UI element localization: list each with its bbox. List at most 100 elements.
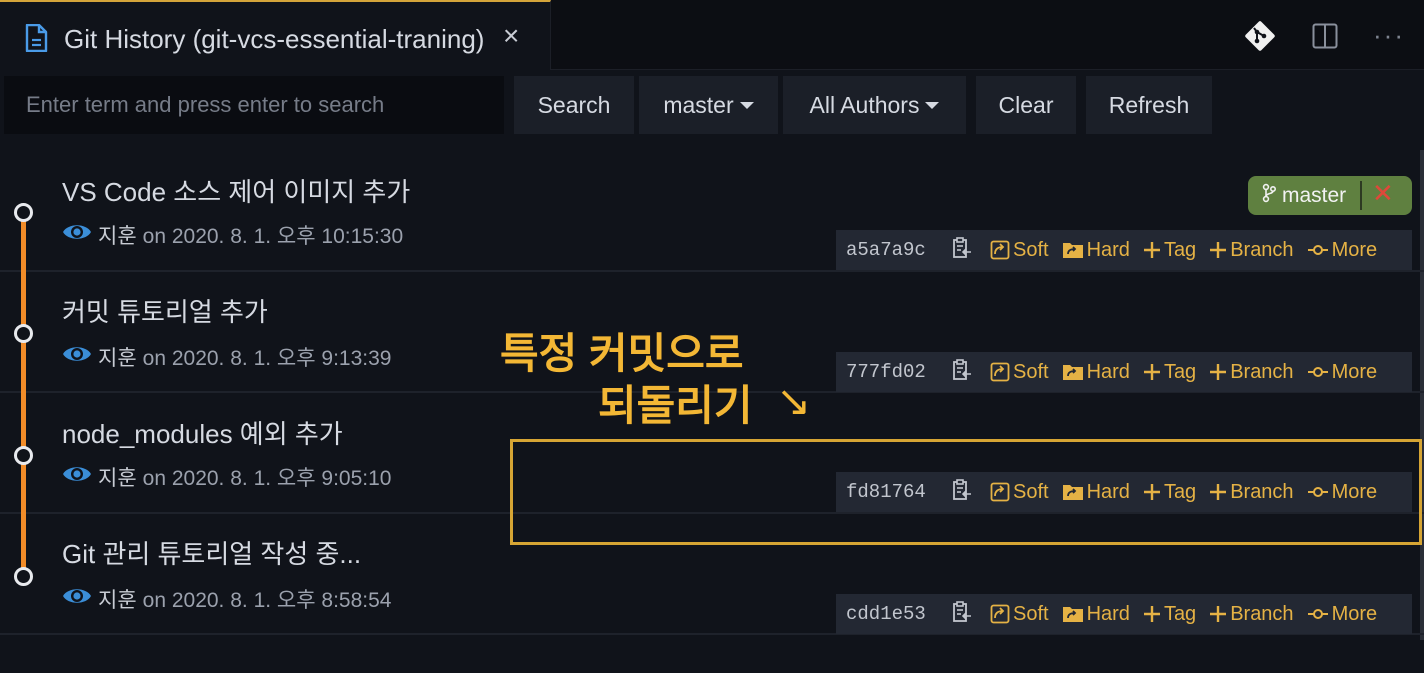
branch-label: Branch xyxy=(1230,360,1294,383)
commit-date: on 2020. 8. 1. 오후 8:58:54 xyxy=(142,589,392,612)
branch-button[interactable]: Branch xyxy=(1209,360,1294,384)
soft-reset-button[interactable]: Soft xyxy=(990,239,1049,262)
branch-label: Branch xyxy=(1230,602,1294,625)
soft-reset-button[interactable]: Soft xyxy=(990,603,1049,626)
commit-meta: 지훈 on 2020. 8. 1. 오후 8:58:54 xyxy=(62,584,391,614)
git-commit-icon xyxy=(1307,245,1328,255)
search-input[interactable] xyxy=(4,76,504,134)
plus-icon xyxy=(1143,606,1160,622)
plus-icon xyxy=(1143,364,1160,380)
clear-button[interactable]: Clear xyxy=(976,76,1076,134)
commit-meta: 지훈 on 2020. 8. 1. 오후 9:05:10 xyxy=(62,462,391,492)
branch-badge-label: master xyxy=(1282,183,1347,207)
refresh-button[interactable]: Refresh xyxy=(1086,76,1212,134)
annotation-line-2: 되돌리기 xyxy=(598,382,753,429)
authors-dropdown[interactable]: All Authors xyxy=(783,76,966,134)
commit-message[interactable]: VS Code 소스 제어 이미지 추가 xyxy=(62,172,410,209)
more-button[interactable]: More xyxy=(1307,238,1378,262)
clear-button-label: Clear xyxy=(998,92,1054,118)
commit-graph-line xyxy=(21,213,26,576)
hard-reset-label: Hard xyxy=(1086,602,1130,625)
more-label: More xyxy=(1331,602,1378,625)
eye-icon[interactable] xyxy=(62,463,92,491)
editor-tab-bar: Git History (git-vcs-essential-traning) … xyxy=(0,0,1424,70)
branch-button[interactable]: Branch xyxy=(1209,238,1294,262)
chevron-down-icon xyxy=(739,101,754,109)
hard-reset-button[interactable]: Hard xyxy=(1062,239,1130,262)
soft-reset-icon xyxy=(990,240,1010,260)
hard-reset-icon xyxy=(1062,365,1083,380)
tag-button[interactable]: Tag xyxy=(1143,239,1196,262)
more-button[interactable]: More xyxy=(1307,360,1378,384)
commit-message[interactable]: node_modules 예외 추가 xyxy=(62,414,343,451)
eye-icon[interactable] xyxy=(62,343,92,371)
soft-reset-icon xyxy=(990,604,1010,624)
commit-message[interactable]: 커밋 튜토리얼 추가 xyxy=(62,292,268,329)
commit-node xyxy=(14,324,33,343)
soft-reset-label: Soft xyxy=(1013,360,1049,383)
soft-reset-label: Soft xyxy=(1013,238,1049,261)
tag-label: Tag xyxy=(1163,238,1197,261)
copy-icon[interactable] xyxy=(952,236,972,265)
branch-dropdown-label: master xyxy=(663,92,734,118)
hard-reset-icon xyxy=(1062,243,1083,258)
commit-date: on 2020. 8. 1. 오후 10:15:30 xyxy=(142,225,404,248)
commit-actions: a5a7a9c Soft Hard Tag Branch More xyxy=(836,230,1412,270)
remove-branch-icon[interactable]: ✕ xyxy=(1372,180,1394,206)
plus-icon xyxy=(1210,606,1227,622)
commit-actions: 777fd02 Soft Hard Tag Branch More xyxy=(836,352,1412,392)
more-label: More xyxy=(1331,238,1378,261)
badge-divider xyxy=(1360,181,1362,210)
commit-meta: 지훈 on 2020. 8. 1. 오후 9:13:39 xyxy=(62,342,391,372)
hard-reset-label: Hard xyxy=(1086,238,1130,261)
soft-reset-label: Soft xyxy=(1013,602,1049,625)
commit-node xyxy=(14,203,33,222)
plus-icon xyxy=(1210,364,1227,380)
close-icon[interactable]: × xyxy=(503,22,519,50)
authors-dropdown-label: All Authors xyxy=(809,92,920,118)
git-icon[interactable] xyxy=(1243,19,1277,58)
tab-title: Git History (git-vcs-essential-traning) xyxy=(64,24,485,54)
commit-hash[interactable]: 777fd02 xyxy=(846,361,942,383)
branch-badge[interactable]: master ✕ xyxy=(1248,176,1412,215)
more-label: More xyxy=(1331,360,1378,383)
branch-icon xyxy=(1262,183,1277,208)
chevron-down-icon xyxy=(925,101,940,109)
split-editor-icon[interactable] xyxy=(1312,23,1338,54)
commit-message[interactable]: Git 관리 튜토리얼 작성 중... xyxy=(62,534,361,571)
commit-author: 지훈 xyxy=(98,347,137,370)
hard-reset-label: Hard xyxy=(1086,360,1130,383)
hard-reset-button[interactable]: Hard xyxy=(1062,603,1130,626)
tag-button[interactable]: Tag xyxy=(1143,603,1196,626)
tag-label: Tag xyxy=(1163,602,1197,625)
soft-reset-button[interactable]: Soft xyxy=(990,361,1049,384)
eye-icon[interactable] xyxy=(62,221,92,249)
plus-icon xyxy=(1143,242,1160,258)
more-button[interactable]: More xyxy=(1307,602,1378,626)
copy-icon[interactable] xyxy=(952,358,972,387)
commit-node xyxy=(14,446,33,465)
git-commit-icon xyxy=(1307,367,1328,377)
hard-reset-button[interactable]: Hard xyxy=(1062,361,1130,384)
refresh-button-label: Refresh xyxy=(1108,92,1190,118)
commit-author: 지훈 xyxy=(98,589,137,612)
commit-actions: cdd1e53 Soft Hard Tag Branch More xyxy=(836,594,1412,634)
tag-label: Tag xyxy=(1163,360,1197,383)
branch-button[interactable]: Branch xyxy=(1209,602,1294,626)
annotation-arrow-icon: ↘ xyxy=(776,377,812,424)
more-actions-icon[interactable]: ··· xyxy=(1373,20,1405,51)
plus-icon xyxy=(1210,242,1227,258)
search-button[interactable]: Search xyxy=(514,76,634,134)
branch-dropdown[interactable]: master xyxy=(639,76,778,134)
commit-date: on 2020. 8. 1. 오후 9:05:10 xyxy=(142,467,392,490)
commit-hash[interactable]: cdd1e53 xyxy=(846,603,942,625)
commit-hash[interactable]: a5a7a9c xyxy=(846,239,942,261)
tab-git-history[interactable]: Git History (git-vcs-essential-traning) … xyxy=(0,0,551,70)
search-button-label: Search xyxy=(537,92,611,118)
eye-icon[interactable] xyxy=(62,585,92,613)
branch-label: Branch xyxy=(1230,238,1294,261)
tag-button[interactable]: Tag xyxy=(1143,361,1196,384)
copy-icon[interactable] xyxy=(952,600,972,629)
commit-node xyxy=(14,567,33,586)
hard-reset-icon xyxy=(1062,607,1083,622)
